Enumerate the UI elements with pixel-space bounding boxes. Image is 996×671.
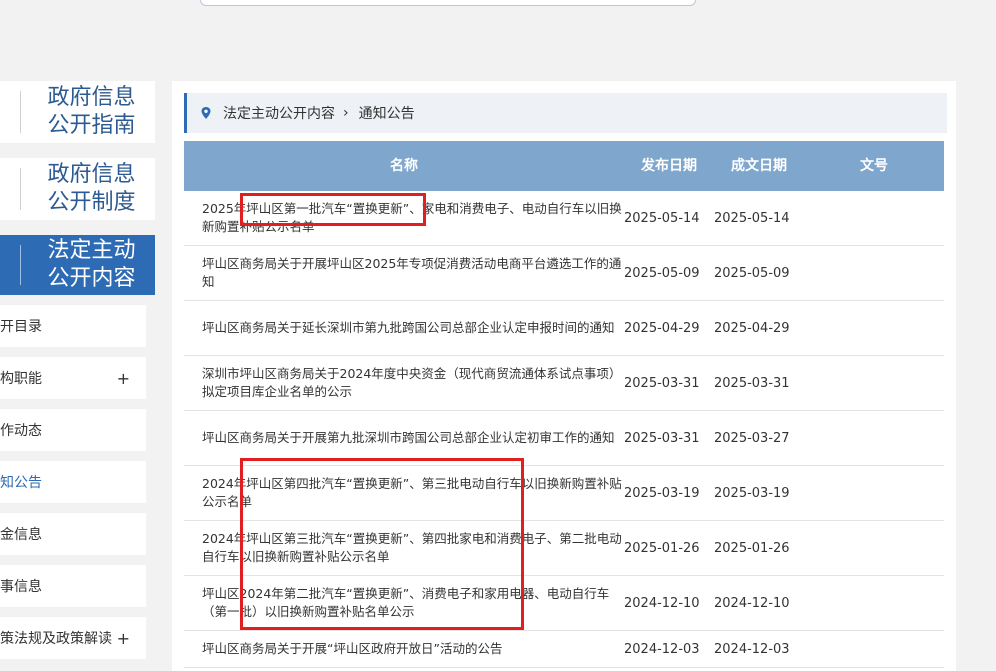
sidebar-item-funds[interactable]: 金信息: [0, 513, 146, 555]
sidebar-item-label: 构职能: [0, 371, 42, 387]
doc-number: [824, 466, 924, 520]
notice-link[interactable]: 2024年坪山区第四批汽车“置换更新”、第三批电动自行车以旧换新购置补贴公示名单: [202, 466, 622, 520]
doc-number: [824, 631, 924, 667]
divider: [20, 168, 21, 210]
sidebar-block-line: 公开指南: [47, 113, 136, 138]
create-date: 2025-03-27: [714, 430, 790, 446]
column-header-doc-no: 文号: [860, 158, 888, 174]
sidebar-item-news[interactable]: 作动态: [0, 409, 146, 451]
publish-date: 2025-04-29: [624, 320, 700, 336]
doc-number: [824, 191, 924, 245]
publish-date: 2025-05-14: [624, 210, 700, 226]
table-row: 坪山区商务局关于延长深圳市第九批跨国公司总部企业认定申报时间的通知 2025-0…: [184, 301, 944, 356]
breadcrumb-parent-link[interactable]: 法定主动公开内容: [223, 103, 335, 123]
sidebar-block-line: 政府信息: [47, 85, 136, 110]
doc-number: [824, 576, 924, 630]
column-header-name: 名称: [390, 158, 418, 174]
publish-date: 2025-03-31: [624, 375, 700, 391]
expand-icon[interactable]: +: [117, 369, 130, 388]
table-row: 坪山区商务局关于开展坪山区2025年专项促消费活动电商平台遴选工作的通知 202…: [184, 246, 944, 301]
publish-date: 2025-03-19: [624, 485, 700, 501]
sidebar-item-label: 开目录: [0, 319, 42, 335]
sidebar-item-label: 金信息: [0, 527, 42, 543]
create-date: 2025-04-29: [714, 320, 790, 336]
sidebar-block-statutory[interactable]: 法定主动 公开内容: [0, 235, 155, 295]
notice-link[interactable]: 2024年坪山区第三批汽车“置换更新”、第四批家电和消费电子、第二批电动自行车以…: [202, 521, 622, 575]
sidebar-block-line: 政府信息: [47, 162, 136, 187]
notice-link[interactable]: 坪山区2024年第二批汽车“置换更新”、消费电子和家用电器、电动自行车（第一批）…: [202, 576, 622, 630]
doc-number: [824, 411, 924, 465]
notice-link[interactable]: 2025年坪山区第一批汽车“置换更新”、家电和消费电子、电动自行车以旧换新购置补…: [202, 191, 622, 245]
table-row: 深圳市坪山区商务局关于2024年度中央资金（现代商贸流通体系试点事项）拟定项目库…: [184, 356, 944, 411]
notice-link[interactable]: 深圳市坪山区商务局关于2024年度中央资金（现代商贸流通体系试点事项）拟定项目库…: [202, 356, 622, 410]
create-date: 2024-12-10: [714, 595, 790, 611]
column-header-publish-date: 发布日期: [641, 158, 697, 174]
sidebar-item-personnel[interactable]: 事信息: [0, 565, 146, 607]
sidebar-item-catalog[interactable]: 开目录: [0, 305, 146, 347]
breadcrumb-separator: ›: [343, 105, 349, 121]
breadcrumb: 法定主动公开内容 › 通知公告: [184, 93, 947, 133]
doc-number: [824, 301, 924, 355]
notice-link[interactable]: 坪山区商务局关于延长深圳市第九批跨国公司总部企业认定申报时间的通知: [202, 301, 622, 355]
divider: [20, 245, 21, 285]
create-date: 2024-12-03: [714, 641, 790, 657]
publish-date: 2024-12-10: [624, 595, 700, 611]
table-row: 坪山区商务局关于开展第九批深圳市跨国公司总部企业认定初审工作的通知 2025-0…: [184, 411, 944, 466]
search-box[interactable]: [200, 0, 696, 6]
sidebar-block-system[interactable]: 政府信息 公开制度: [0, 158, 155, 220]
sidebar-item-functions[interactable]: 构职能 +: [0, 357, 146, 399]
create-date: 2025-05-14: [714, 210, 790, 226]
create-date: 2025-03-19: [714, 485, 790, 501]
divider: [20, 91, 21, 133]
sidebar-item-label: 知公告: [0, 475, 42, 491]
create-date: 2025-05-09: [714, 265, 790, 281]
doc-number: [824, 246, 924, 300]
sidebar-block-line: 公开内容: [47, 266, 136, 291]
column-header-create-date: 成文日期: [731, 158, 787, 174]
table-row: 坪山区商务局关于开展“坪山区政府开放日”活动的公告 2024-12-03 202…: [184, 631, 944, 668]
table-row: 2025年坪山区第一批汽车“置换更新”、家电和消费电子、电动自行车以旧换新购置补…: [184, 191, 944, 246]
sidebar-item-policies[interactable]: 策法规及政策解读 +: [0, 617, 146, 659]
table-row: 2024年坪山区第四批汽车“置换更新”、第三批电动自行车以旧换新购置补贴公示名单…: [184, 466, 944, 521]
create-date: 2025-01-26: [714, 540, 790, 556]
publish-date: 2025-01-26: [624, 540, 700, 556]
sidebar-item-label: 事信息: [0, 579, 42, 595]
create-date: 2025-03-31: [714, 375, 790, 391]
doc-number: [824, 521, 924, 575]
sidebar-item-label: 作动态: [0, 423, 42, 439]
sidebar-item-label: 策法规及政策解读: [0, 631, 112, 647]
content-panel: 法定主动公开内容 › 通知公告 名称 发布日期 成文日期 文号 2025年坪山区…: [172, 81, 956, 671]
notice-link[interactable]: 坪山区商务局关于开展“坪山区政府开放日”活动的公告: [202, 631, 622, 667]
expand-icon[interactable]: +: [117, 629, 130, 648]
table-row: 2024年坪山区第三批汽车“置换更新”、第四批家电和消费电子、第二批电动自行车以…: [184, 521, 944, 576]
notice-link[interactable]: 坪山区商务局关于开展坪山区2025年专项促消费活动电商平台遴选工作的通知: [202, 246, 622, 300]
table-header: 名称 发布日期 成文日期 文号: [184, 141, 944, 191]
publish-date: 2024-12-03: [624, 641, 700, 657]
breadcrumb-current: 通知公告: [358, 106, 415, 122]
sidebar-block-guide[interactable]: 政府信息 公开指南: [0, 81, 155, 143]
sidebar-item-notices[interactable]: 知公告: [0, 461, 146, 503]
sidebar-block-line: 法定主动: [47, 238, 136, 263]
publish-date: 2025-05-09: [624, 265, 700, 281]
location-pin-icon: [201, 107, 211, 119]
doc-number: [824, 356, 924, 410]
sidebar-block-line: 公开制度: [47, 190, 136, 215]
publish-date: 2025-03-31: [624, 430, 700, 446]
notice-link[interactable]: 坪山区商务局关于开展第九批深圳市跨国公司总部企业认定初审工作的通知: [202, 411, 622, 465]
table-row: 坪山区2024年第二批汽车“置换更新”、消费电子和家用电器、电动自行车（第一批）…: [184, 576, 944, 631]
